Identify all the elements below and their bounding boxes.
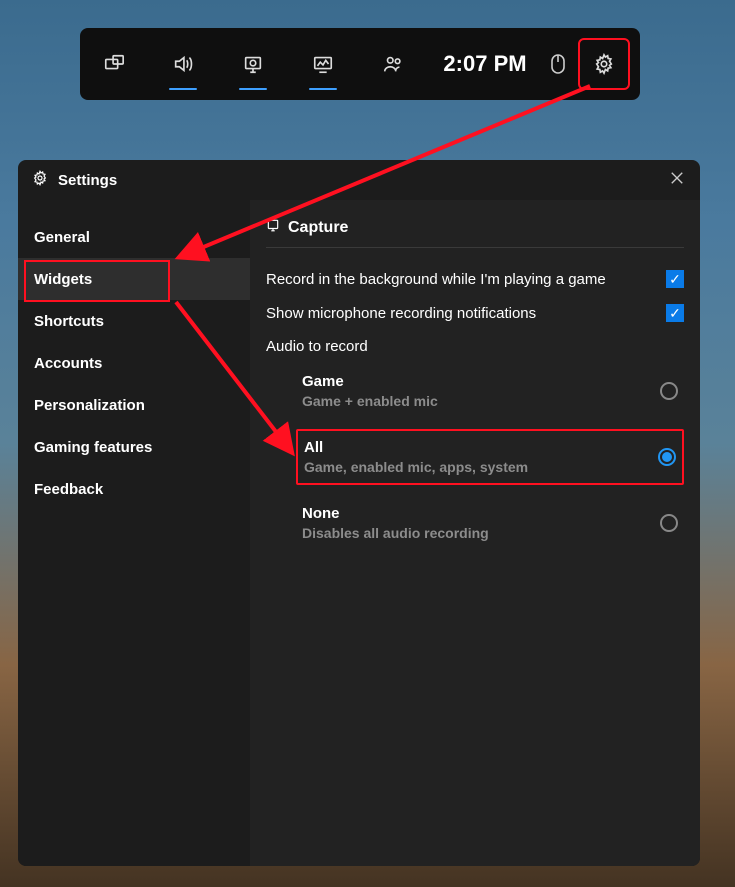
audio-widget-button[interactable]	[148, 28, 218, 100]
sidebar-item-label: Gaming features	[34, 439, 152, 456]
capture-widget-button[interactable]	[218, 28, 288, 100]
radio-indicator[interactable]	[660, 514, 678, 532]
radio-desc: Game, enabled mic, apps, system	[304, 459, 528, 475]
capture-section-title: Capture	[266, 218, 684, 248]
sidebar-item-label: Accounts	[34, 355, 102, 372]
radio-option-game[interactable]: Game Game + enabled mic	[296, 365, 684, 417]
radio-indicator[interactable]	[660, 382, 678, 400]
sidebar-item-accounts[interactable]: Accounts	[18, 342, 250, 384]
sidebar-item-label: Shortcuts	[34, 313, 104, 330]
gear-icon	[32, 170, 48, 190]
radio-desc: Disables all audio recording	[302, 525, 489, 541]
sidebar-item-label: Widgets	[34, 271, 92, 288]
settings-panel: Settings General Widgets Shortcuts Accou…	[18, 160, 700, 866]
capture-icon	[266, 218, 280, 237]
audio-radio-group: Game Game + enabled mic All Game, enable…	[266, 365, 684, 549]
settings-sidebar: General Widgets Shortcuts Accounts Perso…	[18, 200, 250, 866]
radio-title: Game	[302, 373, 438, 390]
pin-icon[interactable]	[80, 53, 148, 75]
mic-notifications-label: Show microphone recording notifications	[266, 305, 536, 322]
radio-title: None	[302, 505, 489, 522]
sidebar-item-feedback[interactable]: Feedback	[18, 468, 250, 510]
radio-option-all[interactable]: All Game, enabled mic, apps, system	[296, 429, 684, 485]
sidebar-item-label: General	[34, 229, 90, 246]
settings-button[interactable]	[578, 38, 630, 90]
record-background-checkbox[interactable]: ✓	[666, 270, 684, 288]
xbox-social-button[interactable]	[358, 28, 428, 100]
sidebar-item-personalization[interactable]: Personalization	[18, 384, 250, 426]
radio-option-none[interactable]: None Disables all audio recording	[296, 497, 684, 549]
panel-title: Settings	[58, 172, 117, 189]
radio-indicator[interactable]	[658, 448, 676, 466]
sidebar-item-widgets[interactable]: Widgets	[18, 258, 250, 300]
sidebar-item-gaming-features[interactable]: Gaming features	[18, 426, 250, 468]
sidebar-item-general[interactable]: General	[18, 216, 250, 258]
sidebar-item-label: Feedback	[34, 481, 103, 498]
game-bar: 2:07 PM	[80, 28, 640, 100]
panel-header: Settings	[18, 160, 700, 200]
sidebar-item-shortcuts[interactable]: Shortcuts	[18, 300, 250, 342]
radio-desc: Game + enabled mic	[302, 393, 438, 409]
capture-section-label: Capture	[288, 219, 348, 237]
mouse-icon	[542, 53, 574, 75]
performance-widget-button[interactable]	[288, 28, 358, 100]
radio-title: All	[304, 439, 528, 456]
audio-to-record-label: Audio to record	[266, 330, 684, 361]
record-background-label: Record in the background while I'm playi…	[266, 271, 606, 288]
close-button[interactable]	[668, 169, 686, 191]
sidebar-item-label: Personalization	[34, 397, 145, 414]
settings-content: Capture Record in the background while I…	[250, 200, 700, 866]
mic-notifications-row[interactable]: Show microphone recording notifications …	[266, 296, 684, 330]
mic-notifications-checkbox[interactable]: ✓	[666, 304, 684, 322]
record-background-row[interactable]: Record in the background while I'm playi…	[266, 262, 684, 296]
clock-label: 2:07 PM	[428, 51, 542, 77]
